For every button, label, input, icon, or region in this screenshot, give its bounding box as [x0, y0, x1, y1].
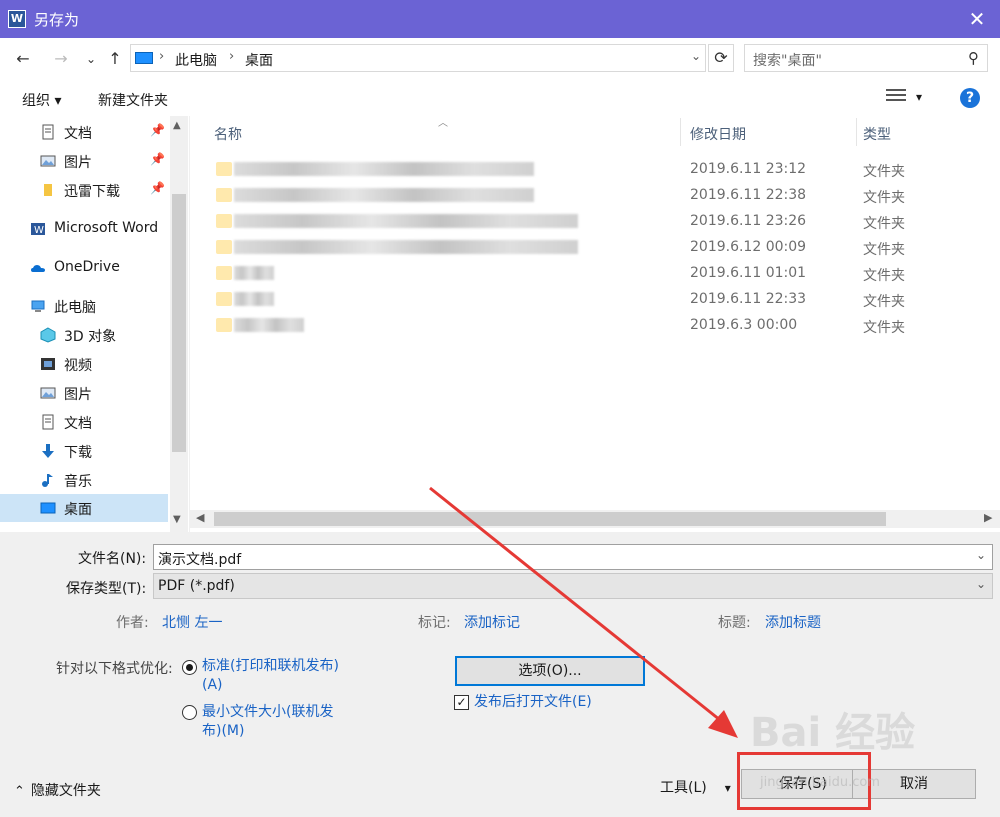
- watermark-logo: Bai 经验: [750, 710, 916, 756]
- watermark-url: jingyan.baidu.com: [760, 775, 880, 790]
- annotation-arrow: [429, 486, 738, 738]
